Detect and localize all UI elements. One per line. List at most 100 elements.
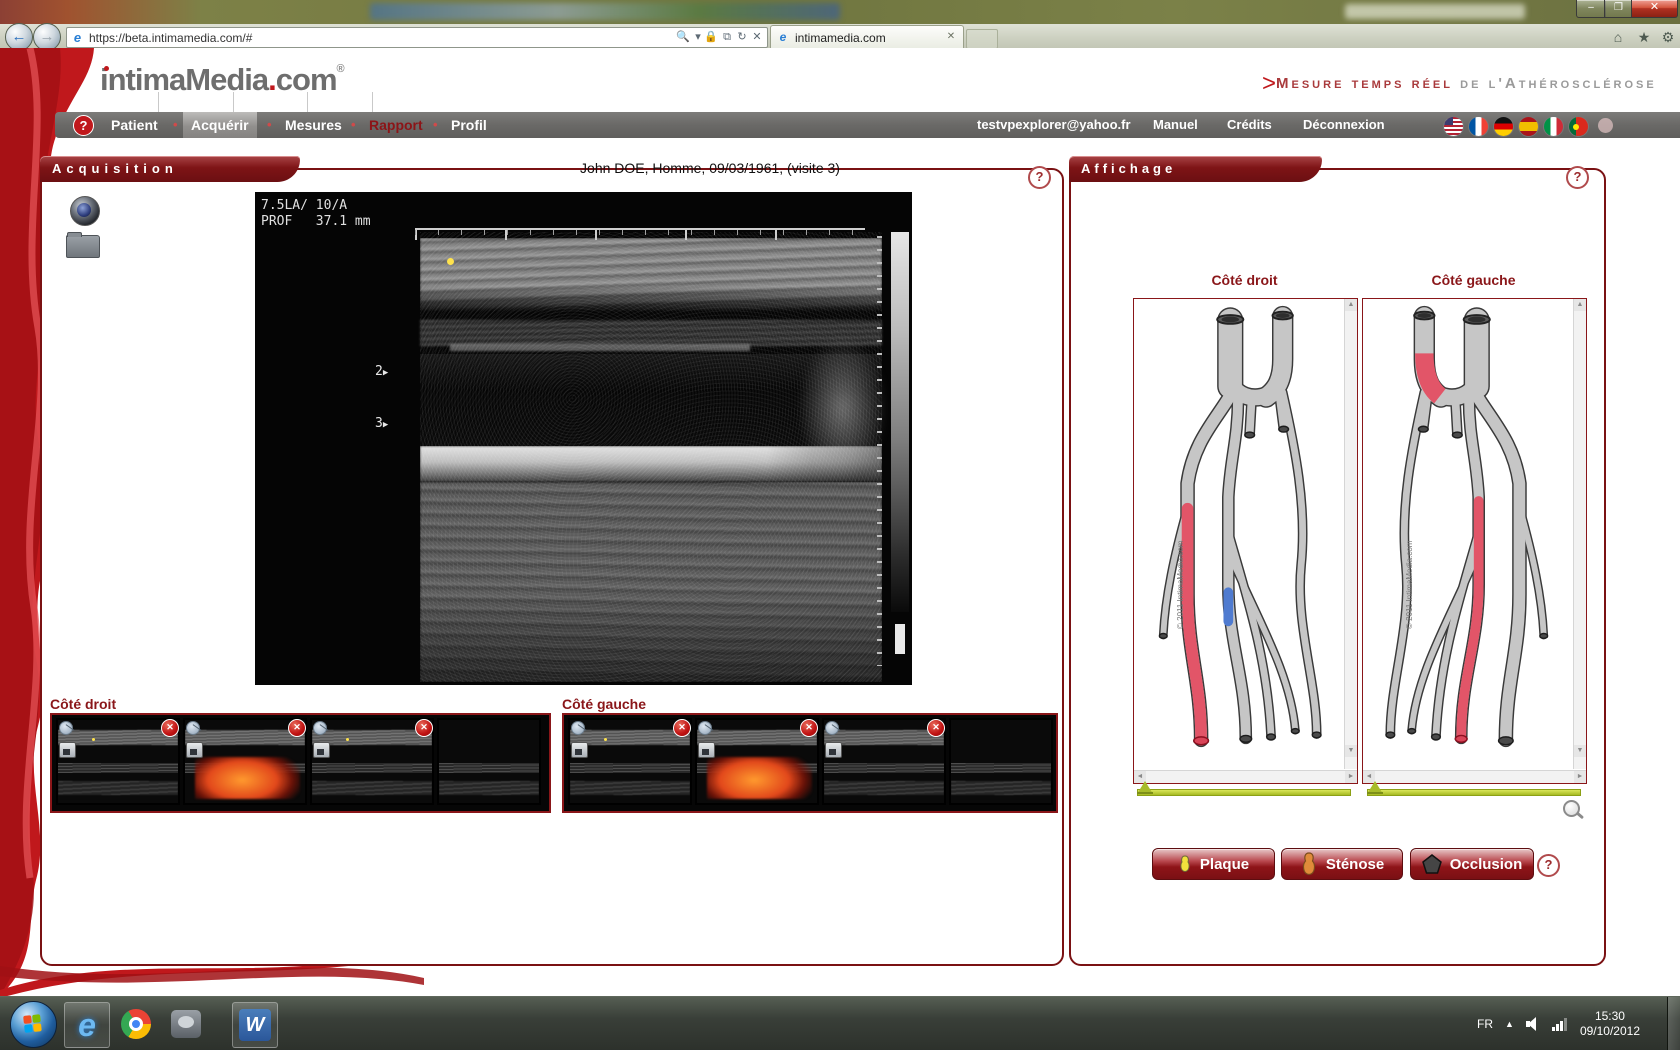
refresh-icon[interactable]: ↻ xyxy=(734,30,750,45)
home-icon[interactable]: ⌂ xyxy=(1608,28,1628,46)
save-disk-icon[interactable] xyxy=(825,742,842,758)
hidden-icons-chevron-icon[interactable]: ▲ xyxy=(1505,1019,1514,1029)
diagram-vertical-scrollbar[interactable]: ▲ ▼ xyxy=(1344,299,1357,769)
scroll-up-icon[interactable]: ▲ xyxy=(1574,299,1586,311)
delete-thumbnail-icon[interactable]: ✕ xyxy=(927,719,945,737)
thumbnail[interactable]: ✕ xyxy=(310,718,434,805)
search-icon[interactable]: 🔍 xyxy=(675,30,691,45)
artery-diagram-gauche[interactable]: © 2011 IntimaMedia.com ▲ ▼ ◄ ► xyxy=(1362,298,1587,784)
thumbnail[interactable]: ✕ xyxy=(695,718,819,805)
address-bar-url[interactable]: https://beta.intimamedia.com/# xyxy=(89,31,252,45)
magnifier-icon[interactable] xyxy=(1563,800,1580,817)
web-page: intimaMedia.com® >Mesure temps réel de l… xyxy=(0,48,1680,996)
taskbar-word-icon[interactable]: W xyxy=(232,1002,278,1048)
stop-icon[interactable]: ✕ xyxy=(749,30,765,45)
start-button[interactable] xyxy=(10,1001,57,1048)
thumbnail-strip-gauche: ✕ ✕ ✕ xyxy=(562,713,1058,813)
compatibility-view-icon[interactable]: ⧉ xyxy=(719,30,735,45)
flag-it-icon[interactable] xyxy=(1543,116,1564,137)
scroll-up-icon[interactable]: ▲ xyxy=(1345,299,1357,311)
plaque-button[interactable]: Plaque xyxy=(1152,848,1275,880)
taskbar-clock[interactable]: 15:30 09/10/2012 xyxy=(1580,1009,1640,1039)
delete-thumbnail-icon[interactable]: ✕ xyxy=(673,719,691,737)
camera-capture-icon[interactable] xyxy=(70,196,100,226)
window-restore-button[interactable]: ❐ xyxy=(1604,0,1633,18)
address-bar[interactable]: e https://beta.intimamedia.com/# 🔍 ▾ 🔒 ⧉… xyxy=(66,27,768,48)
open-folder-icon[interactable] xyxy=(66,235,100,258)
artery-tree[interactable] xyxy=(1365,301,1571,767)
scroll-right-icon[interactable]: ► xyxy=(1574,771,1586,783)
flag-es-icon[interactable] xyxy=(1518,116,1539,137)
scroll-down-icon[interactable]: ▼ xyxy=(1574,745,1586,757)
diagram-horizontal-scrollbar[interactable]: ◄ ► xyxy=(1134,770,1357,783)
nav-item-rapport[interactable]: Rapport xyxy=(361,112,431,138)
nav-help-icon[interactable]: ? xyxy=(73,115,94,136)
diagram-horizontal-scrollbar[interactable]: ◄ ► xyxy=(1363,770,1586,783)
background-window-title xyxy=(370,3,840,20)
save-disk-icon[interactable] xyxy=(571,742,588,758)
tab-close-icon[interactable]: ✕ xyxy=(944,30,958,44)
zoom-slider-droit[interactable] xyxy=(1137,789,1351,796)
nav-link-deconnexion[interactable]: Déconnexion xyxy=(1303,112,1385,138)
nav-item-profil[interactable]: Profil xyxy=(443,112,495,138)
delete-thumbnail-icon[interactable]: ✕ xyxy=(161,719,179,737)
window-close-button[interactable]: ✕ xyxy=(1631,0,1678,18)
affichage-help-icon[interactable]: ? xyxy=(1566,166,1589,189)
network-icon[interactable] xyxy=(1552,1017,1568,1031)
nav-item-acquerir[interactable]: Acquérir xyxy=(183,112,257,138)
language-indicator[interactable]: FR xyxy=(1477,1017,1493,1031)
nav-link-manuel[interactable]: Manuel xyxy=(1153,112,1198,138)
occlusion-button[interactable]: Occlusion xyxy=(1410,848,1534,880)
window-minimize-button[interactable]: – xyxy=(1576,0,1606,18)
delete-thumbnail-icon[interactable]: ✕ xyxy=(415,719,433,737)
delete-thumbnail-icon[interactable]: ✕ xyxy=(800,719,818,737)
scroll-down-icon[interactable]: ▼ xyxy=(1345,745,1357,757)
thumbnail[interactable]: ✕ xyxy=(183,718,307,805)
thumbnail[interactable]: ✕ xyxy=(822,718,946,805)
tab-title[interactable]: intimamedia.com xyxy=(795,31,886,45)
volume-icon[interactable] xyxy=(1526,1017,1540,1031)
nav-item-mesures[interactable]: Mesures xyxy=(277,112,350,138)
browser-forward-button[interactable]: → xyxy=(33,23,61,51)
diagram-vertical-scrollbar[interactable]: ▲ ▼ xyxy=(1573,299,1586,769)
save-disk-icon[interactable] xyxy=(313,742,330,758)
plaque-segment-red[interactable] xyxy=(1461,501,1478,738)
legend-help-icon[interactable]: ? xyxy=(1537,854,1560,877)
browser-tab[interactable]: e intimamedia.com ✕ xyxy=(770,25,964,49)
favorites-star-icon[interactable]: ★ xyxy=(1634,28,1654,46)
site-tagline: >Mesure temps réel de l'Athérosclérose xyxy=(1262,70,1657,98)
search-dropdown-icon[interactable]: ▾ xyxy=(693,30,703,45)
taskbar-gimp-icon[interactable] xyxy=(164,1002,208,1046)
thumbnail-partial[interactable] xyxy=(437,718,541,805)
plaque-segment-red[interactable] xyxy=(1424,353,1440,396)
delete-thumbnail-icon[interactable]: ✕ xyxy=(288,719,306,737)
taskbar-ie-icon[interactable]: e xyxy=(64,1002,110,1048)
flag-pt-icon[interactable] xyxy=(1568,116,1589,137)
flag-de-icon[interactable] xyxy=(1493,116,1514,137)
screen: – ❐ ✕ ← → e https://beta.intimamedia.com… xyxy=(0,0,1680,1050)
acquisition-help-icon[interactable]: ? xyxy=(1028,166,1051,189)
taskbar-chrome-icon[interactable] xyxy=(114,1002,158,1046)
save-disk-icon[interactable] xyxy=(698,742,715,758)
thumbnail-partial[interactable] xyxy=(949,718,1053,805)
artery-diagram-droit[interactable]: © 2011 IntimaMedia.com ▲ ▼ ◄ ► xyxy=(1133,298,1358,784)
show-desktop-button[interactable] xyxy=(1667,997,1680,1050)
stenose-button[interactable]: Sténose xyxy=(1281,848,1403,880)
thumbnail[interactable]: ✕ xyxy=(56,718,180,805)
artery-tree[interactable] xyxy=(1136,301,1342,767)
nav-item-patient[interactable]: Patient xyxy=(103,112,166,138)
thumbnail[interactable]: ✕ xyxy=(568,718,692,805)
zoom-slider-gauche[interactable] xyxy=(1367,789,1581,796)
browser-back-button[interactable]: ← xyxy=(5,23,33,51)
tools-gear-icon[interactable]: ⚙ xyxy=(1658,28,1678,46)
flag-fr-icon[interactable] xyxy=(1468,116,1489,137)
ultrasound-image[interactable]: 7.5LA/ 10/A PROF 37.1 mm 2▶ 3▶ xyxy=(255,192,912,685)
scroll-right-icon[interactable]: ► xyxy=(1345,771,1357,783)
slider-handle[interactable] xyxy=(1137,781,1153,794)
save-disk-icon[interactable] xyxy=(186,742,203,758)
save-disk-icon[interactable] xyxy=(59,742,76,758)
nav-link-credits[interactable]: Crédits xyxy=(1227,112,1272,138)
slider-handle[interactable] xyxy=(1367,781,1383,794)
flag-us-icon[interactable] xyxy=(1443,116,1464,137)
new-tab-button[interactable] xyxy=(966,29,998,49)
